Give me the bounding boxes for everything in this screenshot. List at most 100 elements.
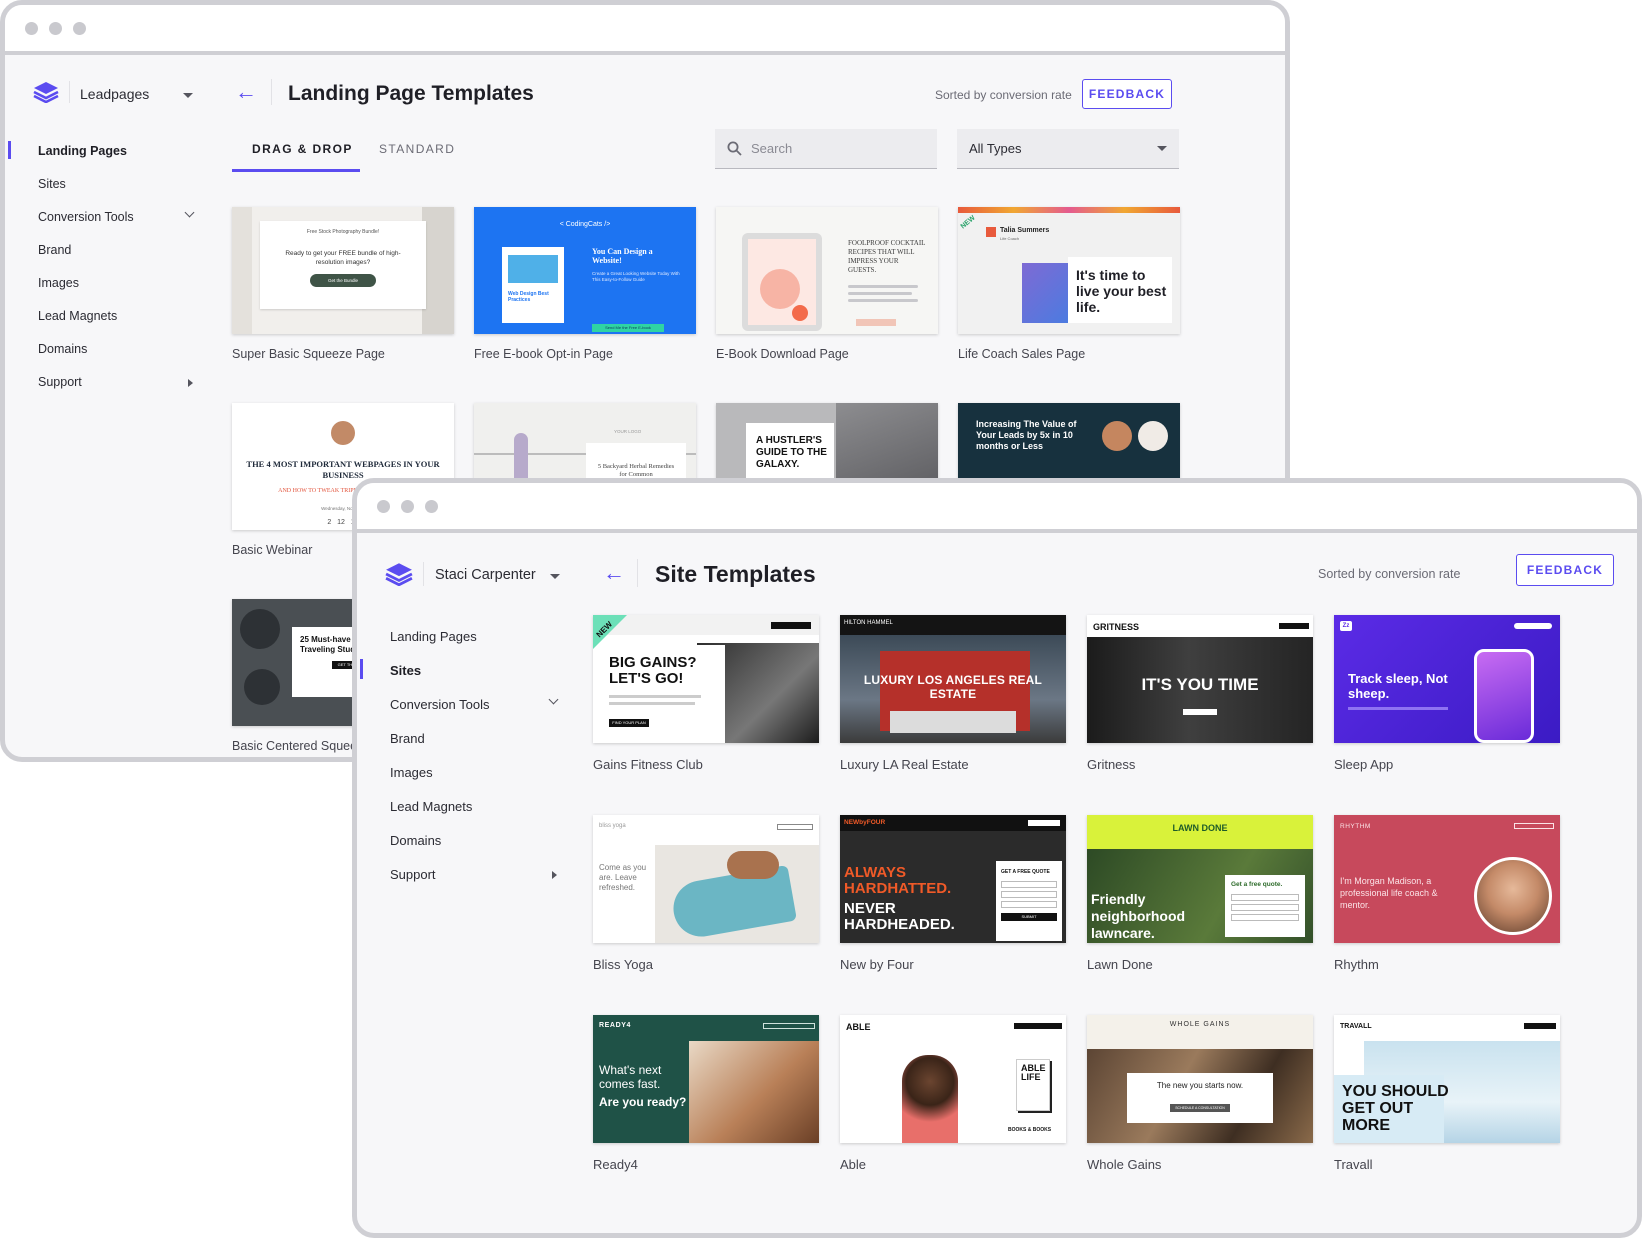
window-zoom-dot[interactable]	[73, 21, 86, 35]
template-thumbnail[interactable]: Zz Track sleep, Not sheep.	[1334, 615, 1560, 743]
nav-brand[interactable]: Brand	[38, 243, 71, 257]
workspace-name[interactable]: Staci Carpenter	[435, 567, 536, 583]
template-thumbnail[interactable]: GRITNESS IT'S YOU TIME	[1087, 615, 1313, 743]
thumb-headline: FOOLPROOF COCKTAIL RECIPES THAT WILL IMP…	[848, 239, 926, 274]
search-input[interactable]: Search	[715, 129, 937, 169]
template-thumbnail[interactable]: ABLE ABLE LIFE BOOKS & BOOKS	[840, 1015, 1066, 1143]
window-zoom-dot[interactable]	[425, 499, 438, 513]
thumb-headline-b: Are you ready?	[599, 1095, 687, 1109]
template-card[interactable]: Free Stock Photography Bundle! Ready to …	[232, 207, 454, 367]
template-card[interactable]: Zz Track sleep, Not sheep. Sleep App	[1334, 615, 1560, 785]
nav-sites[interactable]: Sites	[390, 663, 421, 678]
nav-sites[interactable]: Sites	[38, 177, 66, 191]
back-arrow-icon[interactable]: ←	[603, 562, 625, 584]
template-thumbnail[interactable]: LAWN DONE Friendly neighborhood lawncare…	[1087, 815, 1313, 943]
nav-landing-pages[interactable]: Landing Pages	[390, 629, 477, 644]
template-card[interactable]: READY4 What's next comes fast. Are you r…	[593, 1015, 819, 1185]
nav-landing-pages[interactable]: Landing Pages	[38, 144, 127, 158]
thumb-headline: Come as you are. Leave refreshed.	[599, 863, 647, 892]
chevron-right-icon[interactable]	[552, 871, 557, 879]
nav-domains[interactable]: Domains	[390, 833, 441, 848]
nav-brand[interactable]: Brand	[390, 731, 425, 746]
thumb-headline: A HUSTLER'S GUIDE TO THE GALAXY.	[756, 435, 827, 470]
nav-images[interactable]: Images	[38, 276, 79, 290]
chevron-right-icon[interactable]	[188, 379, 193, 387]
template-card[interactable]: NEW BIG GAINS? LET'S GO! FIND YOUR PLAN …	[593, 615, 819, 785]
page-title: Landing Page Templates	[288, 82, 534, 105]
chevron-down-icon[interactable]	[548, 694, 559, 705]
thumb-brand: HILTON HAMMEL	[844, 620, 893, 626]
template-thumbnail[interactable]: WHOLE GAINS The new you starts now. SCHE…	[1087, 1015, 1313, 1143]
thumb-brand: NEWbyFOUR	[844, 819, 886, 826]
thumb-headline-a: What's next comes fast.	[599, 1063, 662, 1091]
workspace-caret-icon[interactable]	[183, 93, 193, 98]
thumb-brand: WHOLE GAINS	[1169, 1021, 1231, 1028]
leadpages-logo-icon[interactable]	[33, 81, 59, 103]
template-thumbnail[interactable]: NEW BIG GAINS? LET'S GO! FIND YOUR PLAN	[593, 615, 819, 743]
window-minimize-dot[interactable]	[49, 21, 62, 35]
thumb-headline: Ready to get your FREE bundle of high-re…	[285, 250, 401, 266]
type-filter-select[interactable]: All Types	[957, 129, 1179, 169]
avatar	[331, 421, 355, 445]
template-card[interactable]: GRITNESS IT'S YOU TIME Gritness	[1087, 615, 1313, 785]
thumb-button: SUBMIT	[1001, 913, 1057, 921]
type-filter-value: All Types	[969, 141, 1022, 156]
back-arrow-icon[interactable]: ←	[235, 81, 257, 103]
template-thumbnail[interactable]: Free Stock Photography Bundle! Ready to …	[232, 207, 454, 334]
template-name: Free E-book Opt-in Page	[474, 347, 613, 361]
template-card[interactable]: FOOLPROOF COCKTAIL RECIPES THAT WILL IMP…	[716, 207, 938, 367]
tab-standard[interactable]: STANDARD	[379, 142, 455, 156]
nav-support[interactable]: Support	[38, 375, 82, 389]
template-card[interactable]: HILTON HAMMEL LUXURY LOS ANGELES REAL ES…	[840, 615, 1066, 785]
template-card[interactable]: bliss yoga Come as you are. Leave refres…	[593, 815, 819, 985]
template-thumbnail[interactable]: RHYTHM I'm Morgan Madison, a professiona…	[1334, 815, 1560, 943]
template-thumbnail[interactable]: TRAVALL YOU SHOULD GET OUT MORE	[1334, 1015, 1560, 1143]
nav-support[interactable]: Support	[390, 867, 436, 882]
template-card[interactable]: WHOLE GAINS The new you starts now. SCHE…	[1087, 1015, 1313, 1185]
workspace-caret-icon[interactable]	[550, 574, 560, 579]
thumb-headline: Friendly neighborhood lawncare.	[1091, 891, 1186, 941]
nav-domains[interactable]: Domains	[38, 342, 87, 356]
header-divider	[69, 81, 70, 103]
chevron-down-icon[interactable]	[184, 207, 195, 218]
template-card[interactable]: RHYTHM I'm Morgan Madison, a professiona…	[1334, 815, 1560, 985]
leadpages-logo-icon[interactable]	[385, 562, 413, 586]
template-card[interactable]: NEW Talia Summers Life Coach It's time t…	[958, 207, 1180, 367]
feedback-button[interactable]: FEEDBACK	[1516, 554, 1614, 586]
thumb-headline: Increasing The Value of Your Leads by 5x…	[976, 419, 1077, 451]
workspace-name[interactable]: Leadpages	[80, 86, 149, 102]
active-nav-indicator	[360, 659, 363, 679]
template-name: Ready4	[593, 1157, 638, 1172]
template-thumbnail[interactable]: NEWbyFOUR ALWAYS HARDHATTED. NEVER HARDH…	[840, 815, 1066, 943]
feedback-button[interactable]: FEEDBACK	[1082, 79, 1172, 109]
thumb-brand: < CodingCats />	[559, 221, 611, 228]
template-thumbnail[interactable]: < CodingCats /> Web Design Best Practice…	[474, 207, 696, 334]
thumb-brand: Zz	[1340, 621, 1352, 631]
tab-drag-drop[interactable]: DRAG & DROP	[252, 142, 353, 156]
new-badge: NEW	[959, 214, 977, 231]
window-close-dot[interactable]	[377, 499, 390, 513]
template-card[interactable]: TRAVALL YOU SHOULD GET OUT MORE Travall	[1334, 1015, 1560, 1185]
nav-conversion-tools[interactable]: Conversion Tools	[390, 697, 489, 712]
window-minimize-dot[interactable]	[401, 499, 414, 513]
template-thumbnail[interactable]: FOOLPROOF COCKTAIL RECIPES THAT WILL IMP…	[716, 207, 938, 334]
template-thumbnail[interactable]: bliss yoga Come as you are. Leave refres…	[593, 815, 819, 943]
thumb-book-sub: BOOKS & BOOKS	[1008, 1127, 1052, 1133]
avatar	[902, 1055, 958, 1143]
avatar	[1138, 421, 1168, 451]
template-thumbnail[interactable]: HILTON HAMMEL LUXURY LOS ANGELES REAL ES…	[840, 615, 1066, 743]
thumb-headline-a: ALWAYS HARDHATTED.	[844, 864, 952, 897]
template-name: Life Coach Sales Page	[958, 347, 1086, 361]
nav-conversion-tools[interactable]: Conversion Tools	[38, 210, 134, 224]
nav-images[interactable]: Images	[390, 765, 433, 780]
template-card[interactable]: NEWbyFOUR ALWAYS HARDHATTED. NEVER HARDH…	[840, 815, 1066, 985]
template-card[interactable]: LAWN DONE Friendly neighborhood lawncare…	[1087, 815, 1313, 985]
template-card[interactable]: ABLE ABLE LIFE BOOKS & BOOKS Able	[840, 1015, 1066, 1185]
template-thumbnail[interactable]: NEW Talia Summers Life Coach It's time t…	[958, 207, 1180, 334]
nav-lead-magnets[interactable]: Lead Magnets	[390, 799, 472, 814]
template-thumbnail[interactable]: READY4 What's next comes fast. Are you r…	[593, 1015, 819, 1143]
template-card[interactable]: < CodingCats /> Web Design Best Practice…	[474, 207, 696, 367]
window-close-dot[interactable]	[25, 21, 38, 35]
nav-lead-magnets[interactable]: Lead Magnets	[38, 309, 117, 323]
template-name: Travall	[1334, 1157, 1373, 1172]
